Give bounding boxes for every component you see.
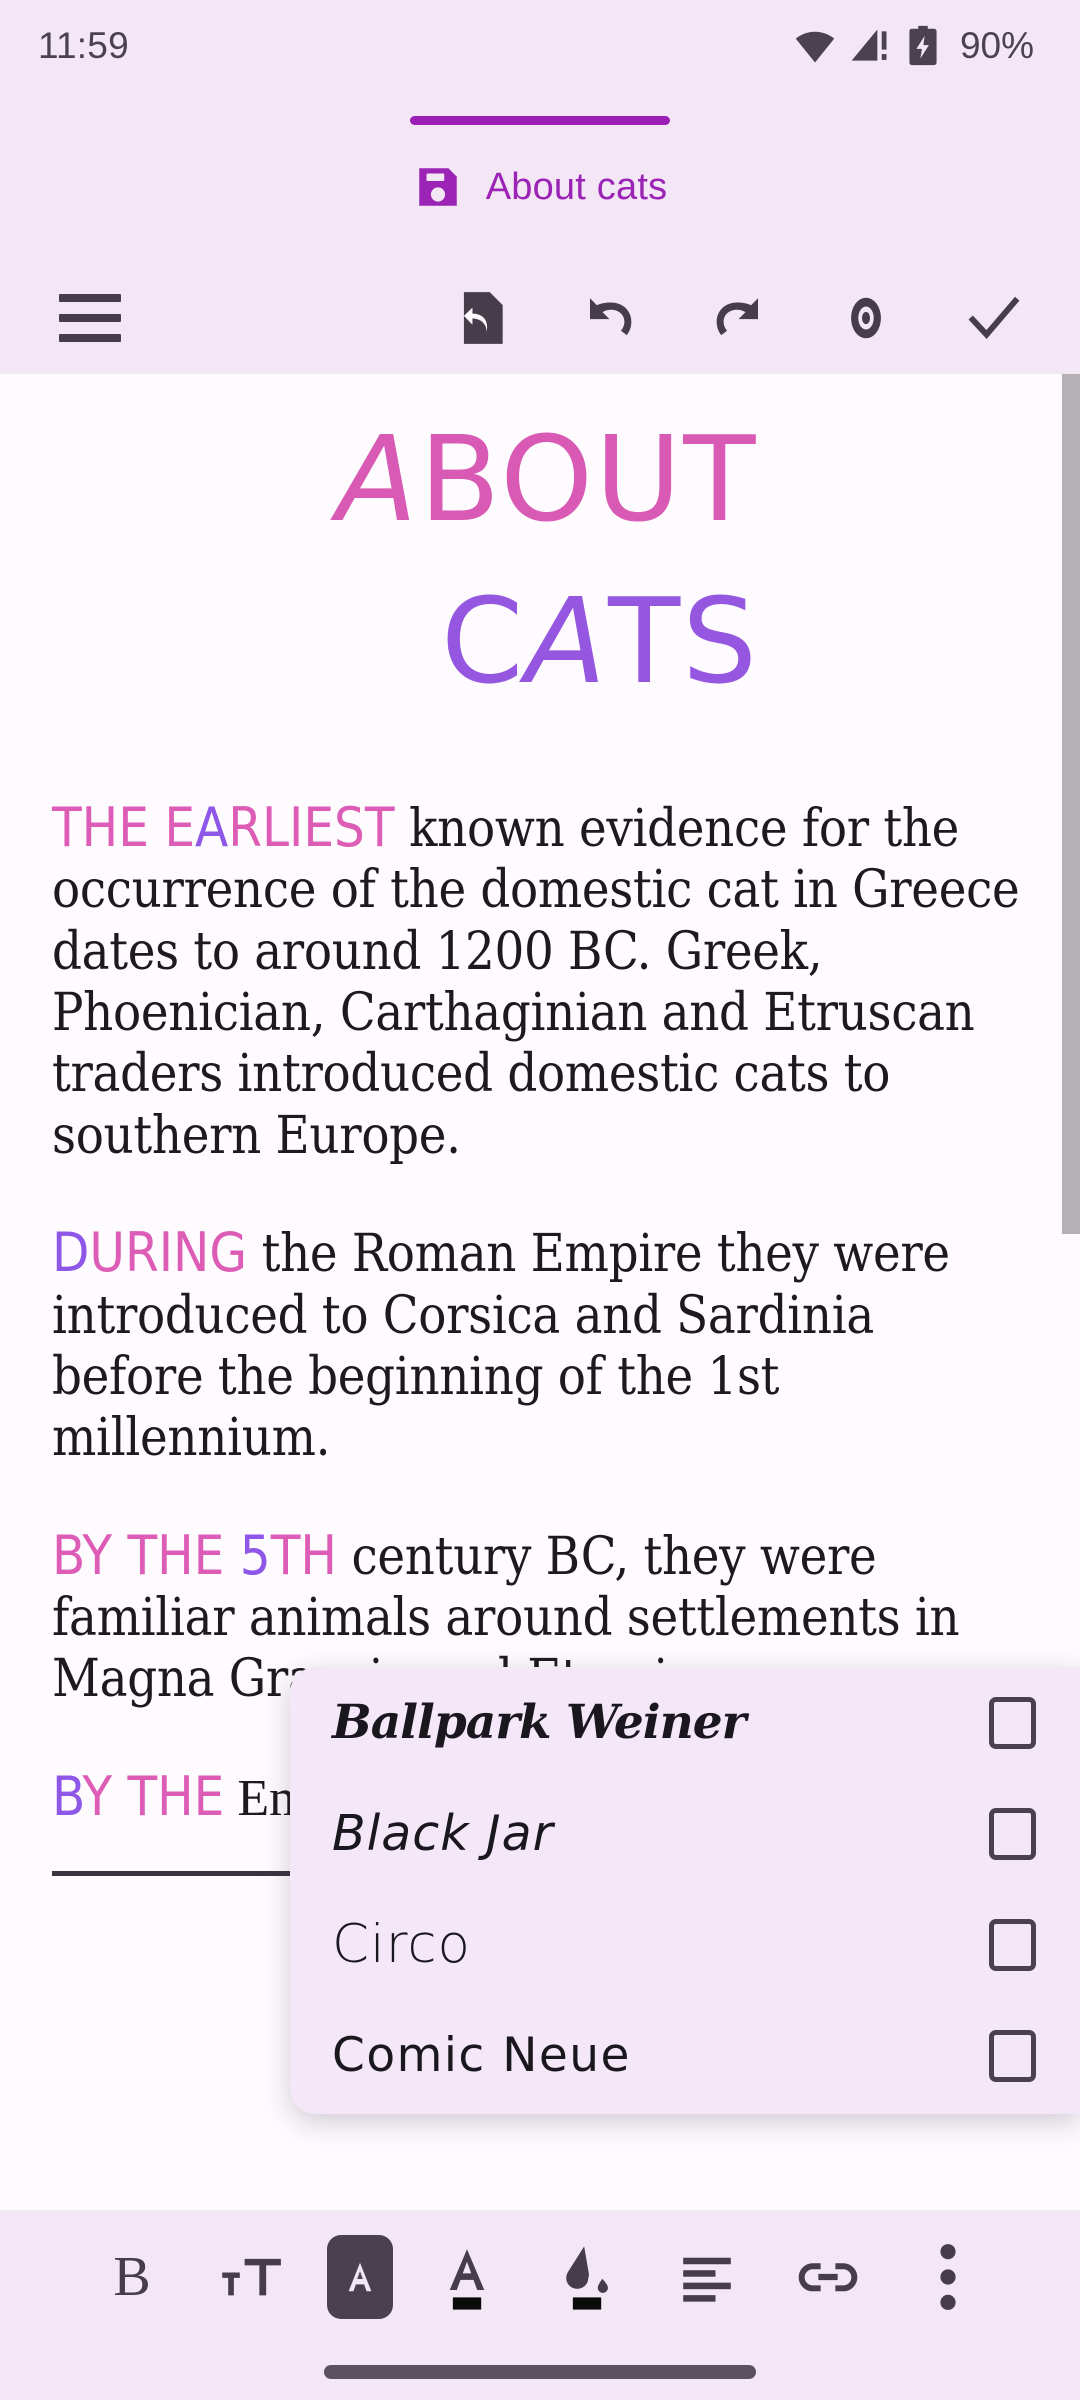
status-icons: 90% [793,24,1034,68]
link-icon [798,2263,857,2292]
paragraph-2: DURING the Roman Empire they were introd… [52,1221,1028,1469]
paragraph-1: THE EARLIEST known evidence for the occu… [52,796,1028,1167]
font-option-checkbox[interactable] [989,2029,1036,2082]
font-family-button[interactable] [326,2235,393,2319]
paragraph-2-lead-b: URING [89,1221,248,1285]
checkmark-icon [968,296,1020,339]
battery-charging-icon [909,25,937,66]
redo-button[interactable] [674,262,802,374]
paragraph-2-lead-a: D [52,1221,90,1285]
fill-bucket-icon [566,2246,609,2310]
battery-percent: 90% [959,25,1034,66]
more-options-button[interactable] [902,2231,994,2323]
title-line-1: ABOUT [336,410,758,548]
undo-arrow-icon [590,298,632,336]
font-family-icon [348,2262,371,2292]
status-time: 11:59 [38,25,129,66]
save-floppy-icon [418,168,457,206]
font-option-checkbox[interactable] [989,1918,1036,1971]
paragraph-3-lead-b: 5 [239,1523,271,1587]
text-size-button[interactable] [206,2231,298,2323]
paragraph-3-lead-a: BY THE [52,1523,240,1587]
text-color-button[interactable] [421,2231,513,2323]
eye-icon [851,297,881,339]
paragraph-4-lead-b: Y THE [82,1764,225,1828]
status-bar: 11:59 90% [0,0,1080,92]
font-option-comic-neue[interactable]: Comic Neue [290,2000,1080,2111]
align-left-button[interactable] [661,2231,753,2323]
paragraph-1-lead-c: RLIEST [228,796,395,859]
font-option-label: Ballpark Weiner [332,1695,746,1750]
align-left-icon [683,2257,732,2302]
redo-arrow-icon [716,298,758,336]
paragraph-1-lead-b: A [195,796,229,859]
done-button[interactable] [930,262,1058,374]
wifi-icon [795,31,835,63]
hamburger-icon [59,294,121,342]
undo-button[interactable] [546,262,674,374]
paragraph-1-lead-a: THE E [52,796,196,859]
paragraph-3-lead-c: TH [270,1523,337,1587]
bold-button[interactable]: B [86,2231,178,2323]
revert-file-button[interactable] [418,262,546,374]
font-option-label: Circo [332,1914,471,1975]
font-option-circo[interactable]: Circo [290,1889,1080,2000]
three-dots-vertical-icon [940,2244,956,2310]
font-option-label: Comic Neue [332,2028,631,2083]
tab-about-cats[interactable]: About cats [410,92,670,212]
tab-label: About cats [485,165,668,208]
document-title: ABOUT CATS [52,374,1028,700]
font-option-checkbox[interactable] [989,1807,1036,1860]
title-line-2: CATS [440,572,760,710]
action-toolbar [0,262,1080,374]
text-color-icon [449,2249,485,2310]
system-navigation-bar [0,2344,1080,2400]
format-toolbar: B [0,2210,1080,2344]
tab-active-indicator [410,116,670,125]
home-gesture-pill[interactable] [324,2365,756,2379]
link-button[interactable] [782,2231,874,2323]
font-option-label: Black Jar [332,1805,554,1862]
tab-strip: About cats [0,92,1080,262]
bold-icon: B [113,2246,151,2308]
font-option-ballpark-weiner[interactable]: Ballpark Weiner [290,1667,1080,1778]
highlight-color-button[interactable] [541,2231,633,2323]
file-undo-icon [463,292,503,344]
cell-signal-alert-icon [851,29,887,61]
paragraph-4-lead-a: B [52,1764,83,1828]
vertical-scrollbar[interactable] [1062,374,1080,1234]
text-size-icon [222,2258,282,2296]
font-option-checkbox[interactable] [989,1696,1036,1749]
preview-button[interactable] [802,262,930,374]
menu-button[interactable] [26,262,154,374]
font-family-dropdown[interactable]: Ballpark Weiner Black Jar Circo Comic Ne… [290,1667,1080,2114]
font-option-black-jar[interactable]: Black Jar [290,1778,1080,1889]
